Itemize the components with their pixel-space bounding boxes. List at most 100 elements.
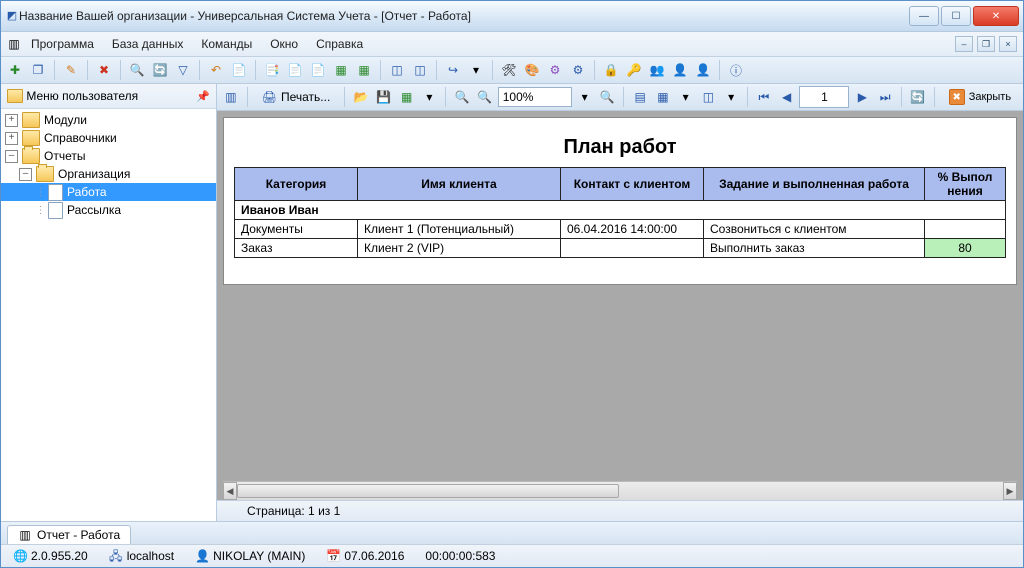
tree-refs[interactable]: +Справочники xyxy=(1,129,216,147)
copy-icon[interactable]: ❐ xyxy=(28,60,48,80)
user2-icon[interactable]: 👤 xyxy=(693,60,713,80)
zoom-dd-icon[interactable]: ▾ xyxy=(575,87,595,107)
refresh-icon[interactable]: 🔄 xyxy=(150,60,170,80)
user-status-icon: 👤 xyxy=(195,549,209,563)
export-icon[interactable]: ▦ xyxy=(397,87,417,107)
last-page-icon[interactable]: ⏭ xyxy=(875,87,895,107)
users-icon[interactable]: 👥 xyxy=(647,60,667,80)
tools-icon[interactable]: 🛠 xyxy=(499,60,519,80)
report-title: План работ xyxy=(234,136,1006,159)
horizontal-scrollbar[interactable]: ◀ ▶ xyxy=(223,481,1017,500)
zoom-fit-icon[interactable]: 🔍 xyxy=(452,87,472,107)
scroll-thumb[interactable] xyxy=(237,484,619,498)
mdi-restore-button[interactable]: ❐ xyxy=(977,36,995,52)
layout3-icon[interactable]: ◫ xyxy=(698,87,718,107)
prev-page-icon[interactable]: ◀ xyxy=(777,87,797,107)
report-icon[interactable]: ▥ xyxy=(221,87,241,107)
report-toolbar: ▥ 🖨Печать... 📂 💾 ▦ ▾ 🔍 🔍 ▾ 🔍 ▤ ▦ ▾ ◫ xyxy=(217,84,1023,111)
export-dd-icon[interactable]: ▾ xyxy=(420,87,440,107)
tree-org[interactable]: –Организация xyxy=(1,165,216,183)
app-window: ◩ Название Вашей организации - Универсал… xyxy=(0,0,1024,568)
print-button[interactable]: 🖨Печать... xyxy=(254,87,339,107)
reload-icon[interactable]: 🔄 xyxy=(908,87,928,107)
add-icon[interactable]: ✚ xyxy=(5,60,25,80)
delete-icon[interactable]: ✖ xyxy=(94,60,114,80)
minimize-button[interactable]: — xyxy=(909,6,939,26)
doc1-icon[interactable]: 📄 xyxy=(229,60,249,80)
first-page-icon[interactable]: ⏮ xyxy=(754,87,774,107)
host-icon: 🖧 xyxy=(109,549,123,563)
menu-help[interactable]: Справка xyxy=(308,34,371,54)
edit-icon[interactable]: ✎ xyxy=(61,60,81,80)
pin-icon[interactable]: 📌 xyxy=(196,90,210,103)
col-contact: Контакт с клиентом xyxy=(561,168,704,201)
zoom-in-icon[interactable]: 🔍 xyxy=(475,87,495,107)
mdi-minimize-button[interactable]: – xyxy=(955,36,973,52)
layout1-icon[interactable]: ▤ xyxy=(630,87,650,107)
doc2-icon[interactable]: 📑 xyxy=(262,60,282,80)
nav-back-icon[interactable]: ↶ xyxy=(206,60,226,80)
config-icon[interactable]: ⚙ xyxy=(568,60,588,80)
user-icon[interactable]: 👤 xyxy=(670,60,690,80)
scroll-left-icon[interactable]: ◀ xyxy=(223,482,237,500)
col-task: Задание и выполненная работа xyxy=(704,168,925,201)
exit-icon[interactable]: ↪ xyxy=(443,60,463,80)
close-button[interactable]: ✕ xyxy=(973,6,1019,26)
dropdown-icon[interactable]: ▾ xyxy=(466,60,486,80)
status-time: 00:00:00:583 xyxy=(425,549,495,563)
settings-icon[interactable]: ⚙ xyxy=(545,60,565,80)
menu-program[interactable]: Программа xyxy=(23,34,102,54)
doc3-icon[interactable]: 📄 xyxy=(285,60,305,80)
report-close-button[interactable]: ✖Закрыть xyxy=(941,87,1019,107)
tree-modules[interactable]: +Модули xyxy=(1,111,216,129)
menu-window[interactable]: Окно xyxy=(262,34,306,54)
open-icon[interactable]: 📂 xyxy=(351,87,371,107)
statusbar: 🌐2.0.955.20 🖧localhost 👤NIKOLAY (MAIN) 📅… xyxy=(1,544,1023,567)
zoom-input[interactable] xyxy=(498,87,572,107)
group-row: Иванов Иван xyxy=(235,201,1006,220)
zoom-out-icon[interactable]: 🔍 xyxy=(598,87,618,107)
info-icon[interactable]: ⓘ xyxy=(726,60,746,80)
layout3-dd-icon[interactable]: ▾ xyxy=(721,87,741,107)
report-page: План работ Категория Имя клиента Контакт… xyxy=(223,117,1017,285)
window2-icon[interactable]: ◫ xyxy=(410,60,430,80)
table-row: Документы Клиент 1 (Потенциальный) 06.04… xyxy=(235,220,1006,239)
status-date: 07.06.2016 xyxy=(344,549,404,563)
page-input[interactable] xyxy=(799,86,849,108)
sidebar-header: Меню пользователя 📌 xyxy=(1,84,216,109)
mdi-close-button[interactable]: × xyxy=(999,36,1017,52)
tree-mailing[interactable]: ⋮Рассылка xyxy=(1,201,216,219)
layout2-icon[interactable]: ▦ xyxy=(653,87,673,107)
status-version: 2.0.955.20 xyxy=(31,549,88,563)
tree-work[interactable]: ⋮Работа xyxy=(1,183,216,201)
status-host: localhost xyxy=(127,549,174,563)
next-page-icon[interactable]: ▶ xyxy=(852,87,872,107)
excel-icon[interactable]: ▦ xyxy=(331,60,351,80)
search-icon[interactable]: 🔍 xyxy=(127,60,147,80)
doc4-icon[interactable]: 📄 xyxy=(308,60,328,80)
tree-reports[interactable]: –Отчеты xyxy=(1,147,216,165)
sidebar: Меню пользователя 📌 +Модули +Справочники… xyxy=(1,84,217,521)
col-client: Имя клиента xyxy=(358,168,561,201)
filter-icon[interactable]: ▽ xyxy=(173,60,193,80)
scroll-right-icon[interactable]: ▶ xyxy=(1003,482,1017,500)
page-status: Страница: 1 из 1 xyxy=(217,500,1023,521)
app-menu-icon[interactable]: ▥ xyxy=(7,37,21,51)
lock-icon[interactable]: 🔒 xyxy=(601,60,621,80)
titlebar: ◩ Название Вашей организации - Универсал… xyxy=(1,1,1023,32)
maximize-button[interactable]: ☐ xyxy=(941,6,971,26)
tabs-row: ▥ Отчет - Работа xyxy=(1,521,1023,544)
calendar-icon: 📅 xyxy=(326,549,340,563)
tab-report-work[interactable]: ▥ Отчет - Работа xyxy=(7,525,131,544)
folder-icon xyxy=(7,89,23,103)
save-icon[interactable]: 💾 xyxy=(374,87,394,107)
layout-dd-icon[interactable]: ▾ xyxy=(676,87,696,107)
menu-database[interactable]: База данных xyxy=(104,34,191,54)
window-icon[interactable]: ◫ xyxy=(387,60,407,80)
palette-icon[interactable]: 🎨 xyxy=(522,60,542,80)
excel2-icon[interactable]: ▦ xyxy=(354,60,374,80)
document-icon: ▥ xyxy=(18,528,32,542)
key-icon[interactable]: 🔑 xyxy=(624,60,644,80)
menu-commands[interactable]: Команды xyxy=(193,34,260,54)
menubar: ▥ Программа База данных Команды Окно Спр… xyxy=(1,32,1023,57)
